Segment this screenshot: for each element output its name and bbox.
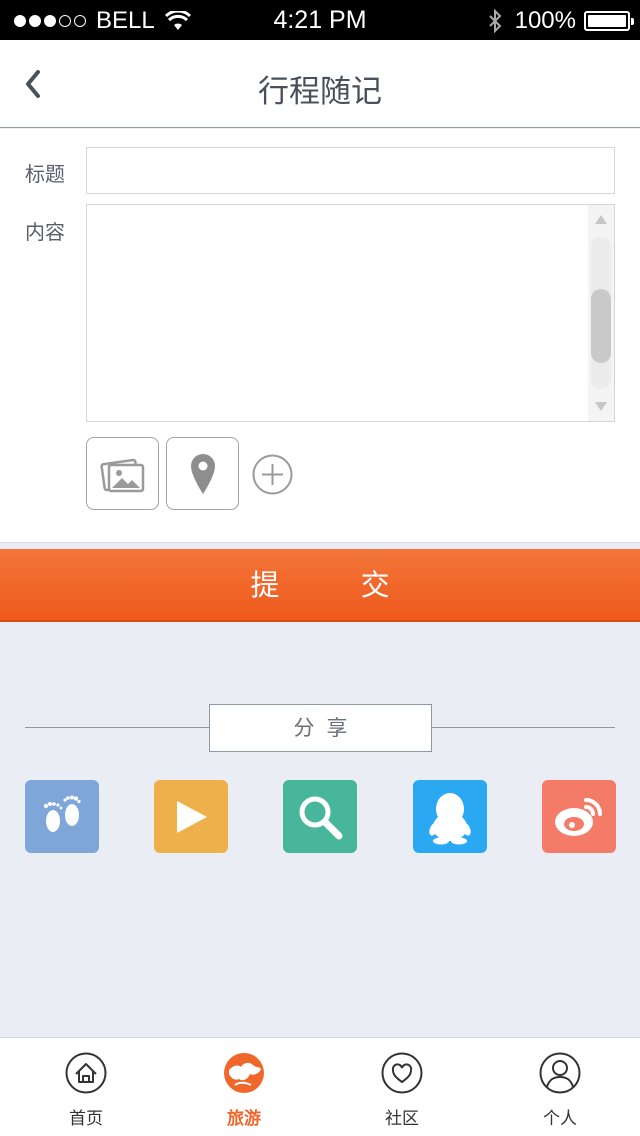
tab-home[interactable]: 首页	[46, 1052, 126, 1129]
share-divider-left	[25, 727, 209, 728]
add-more-icon[interactable]	[252, 454, 293, 495]
tab-community[interactable]: 社区	[362, 1052, 442, 1129]
qq-icon	[429, 792, 471, 844]
play-icon	[177, 800, 207, 833]
scroll-down-icon[interactable]	[595, 402, 607, 411]
share-footprints-button[interactable]	[25, 780, 99, 853]
footprints-icon	[43, 795, 81, 832]
share-label: 分享	[209, 704, 432, 752]
note-form: 标题 内容	[0, 129, 640, 543]
add-location-button[interactable]	[166, 437, 239, 510]
title-input[interactable]	[86, 147, 615, 194]
add-photo-button[interactable]	[86, 437, 159, 510]
title-label: 标题	[25, 162, 65, 186]
scroll-thumb[interactable]	[591, 289, 611, 363]
heart-icon	[381, 1052, 423, 1094]
location-pin-icon	[190, 453, 215, 494]
scroll-up-icon[interactable]	[595, 215, 607, 224]
tab-travel-label: 旅游	[227, 1109, 261, 1129]
share-divider-right	[432, 727, 615, 728]
navigation-bar: 行程随记	[0, 40, 640, 128]
person-icon	[539, 1052, 581, 1094]
bluetooth-icon	[488, 9, 502, 33]
status-bar: BELL 4:21 PM 100%	[0, 0, 640, 40]
tab-bar: 首页 旅游 社区 个人	[0, 1037, 640, 1136]
home-icon	[65, 1052, 107, 1094]
tab-travel[interactable]: 旅游	[204, 1052, 284, 1129]
content-textarea[interactable]	[86, 204, 615, 422]
submit-button[interactable]: 提 交	[0, 549, 640, 622]
tab-profile[interactable]: 个人	[520, 1052, 600, 1129]
page-title: 行程随记	[258, 74, 382, 110]
battery-icon	[584, 11, 634, 31]
travel-icon	[224, 1053, 264, 1093]
photo-icon	[99, 458, 144, 492]
share-search-button[interactable]	[283, 780, 357, 853]
content-label: 内容	[25, 220, 65, 244]
search-icon	[299, 796, 343, 839]
weibo-icon	[555, 797, 602, 836]
tab-home-label: 首页	[69, 1109, 103, 1129]
share-video-button[interactable]	[154, 780, 228, 853]
tab-profile-label: 个人	[543, 1109, 577, 1129]
share-weibo-button[interactable]	[542, 780, 616, 853]
content-scrollbar[interactable]	[588, 205, 614, 421]
share-qq-button[interactable]	[413, 780, 487, 853]
tab-community-label: 社区	[385, 1109, 419, 1129]
battery-percentage: 100%	[514, 7, 576, 34]
